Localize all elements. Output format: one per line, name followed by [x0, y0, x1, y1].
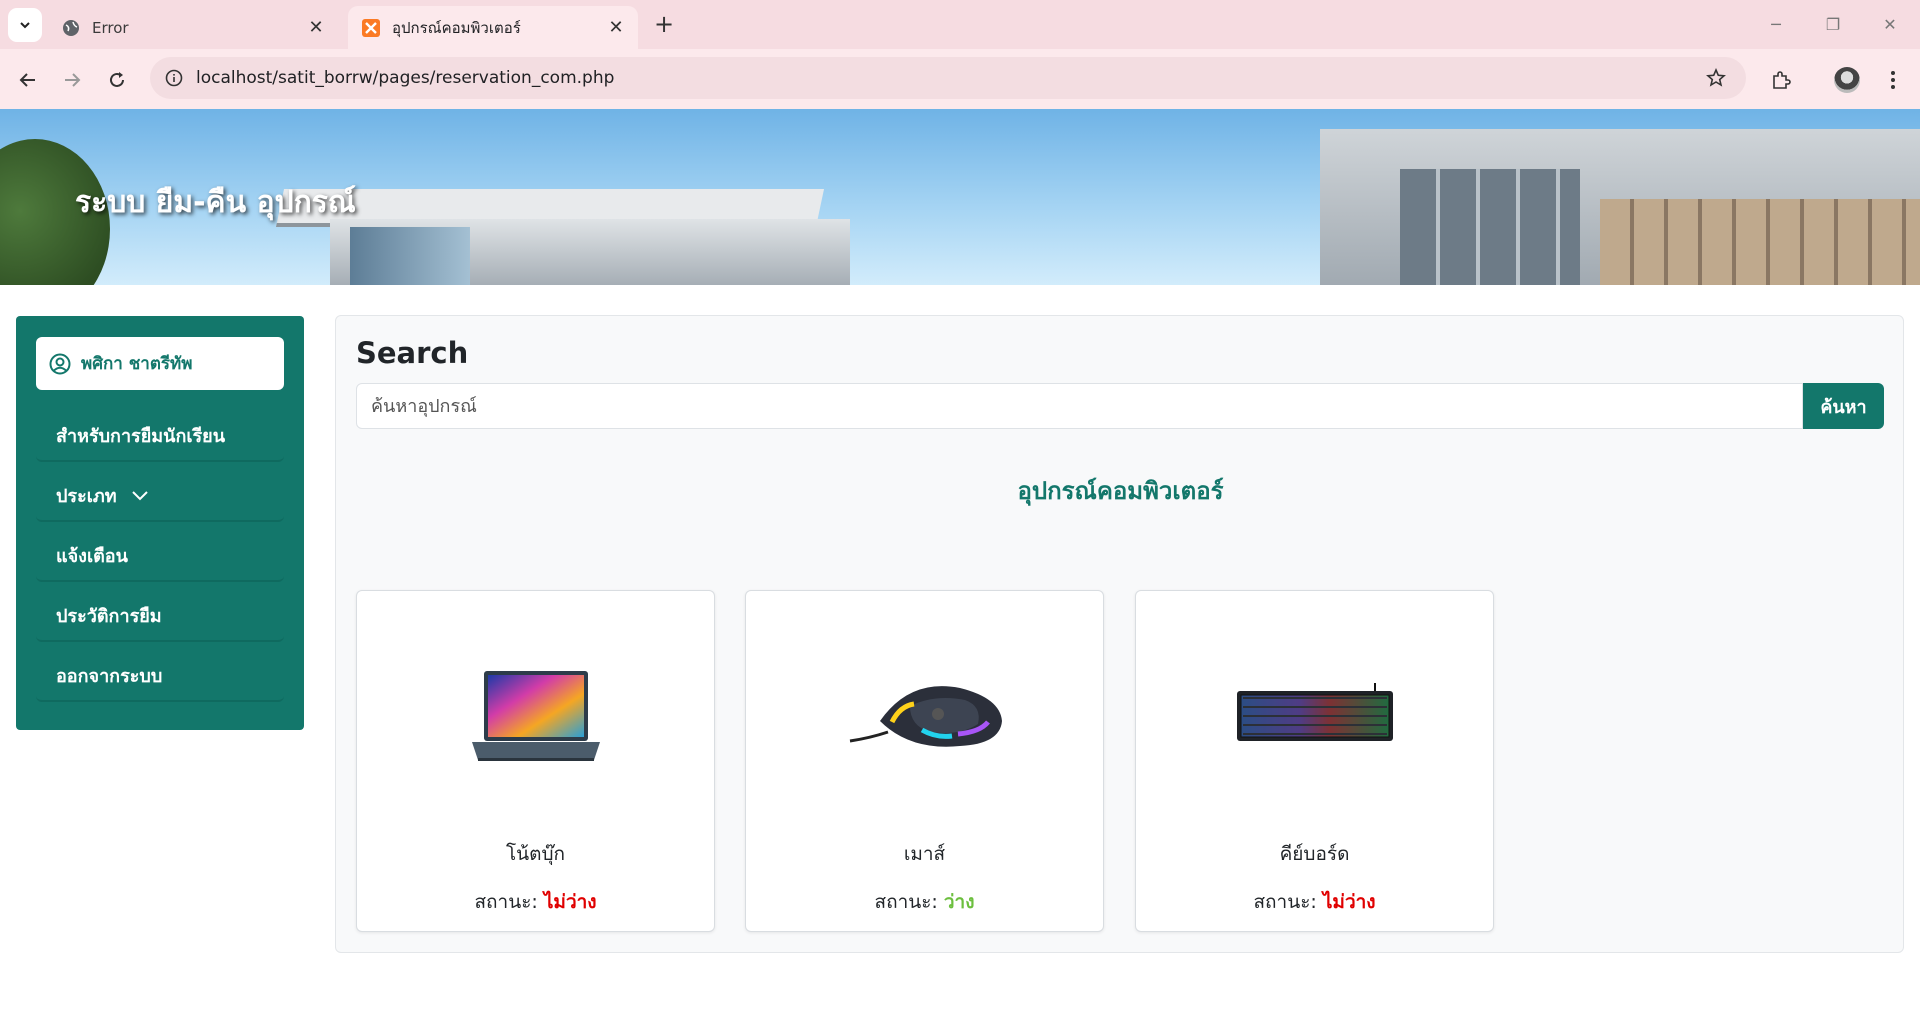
equipment-name: คีย์บอร์ด [1279, 843, 1350, 865]
xampp-icon [362, 18, 380, 37]
status-badge: ว่าง [943, 891, 975, 913]
equipment-status: สถานะ: ไม่ว่าง [357, 887, 714, 917]
mouse-image [746, 641, 1103, 791]
url-text: localhost/satit_borrw/pages/reservation_… [196, 68, 615, 88]
equipment-name: โน้ตบุ๊ก [505, 843, 566, 865]
window-close-icon[interactable]: ✕ [1876, 12, 1904, 36]
equipment-card-keyboard[interactable]: คีย์บอร์ด สถานะ: ไม่ว่าง [1135, 590, 1494, 932]
status-label: สถานะ: [1253, 891, 1317, 913]
new-tab-button[interactable]: + [650, 10, 678, 38]
close-icon[interactable]: ✕ [604, 16, 628, 40]
bookmark-star-icon[interactable] [1704, 66, 1728, 90]
sidebar-item-label: แจ้งเตือน [56, 545, 128, 567]
equipment-status: สถานะ: ว่าง [746, 887, 1103, 917]
browser-toolbar: localhost/satit_borrw/pages/reservation_… [0, 49, 1920, 110]
sidebar-item-label: ออกจากระบบ [56, 665, 163, 687]
globe-icon [62, 19, 80, 37]
minimize-icon[interactable]: ─ [1762, 12, 1790, 36]
more-menu-icon[interactable] [1878, 65, 1908, 95]
main-content: Search ค้นหา อุปกรณ์คอมพิวเตอร์ โน้ตบุ๊ก… [335, 315, 1904, 953]
header-banner: ระบบ ยืม-คืน อุปกรณ์ [0, 109, 1920, 285]
sidebar-item-student-borrow[interactable]: สำหรับการยืมนักเรียน [36, 410, 284, 462]
tab-computer-equipment[interactable]: อุปกรณ์คอมพิวเตอร์ ✕ [348, 6, 638, 49]
browser-tab-bar: Error ✕ อุปกรณ์คอมพิวเตอร์ ✕ + ─ ❐ ✕ [0, 0, 1920, 49]
close-icon[interactable]: ✕ [304, 16, 328, 40]
laptop-image [357, 641, 714, 791]
equipment-card-mouse[interactable]: เมาส์ สถานะ: ว่าง [745, 590, 1104, 932]
sidebar-item-borrow-history[interactable]: ประวัติการยืม [36, 590, 284, 642]
banner-building-image [1400, 169, 1580, 285]
banner-building-image [350, 227, 470, 285]
forward-icon[interactable] [57, 65, 87, 95]
chevron-down-icon [20, 22, 30, 29]
sidebar-item-label: ประวัติการยืม [56, 605, 162, 627]
search-button[interactable]: ค้นหา [1803, 383, 1884, 429]
tab-title: Error [92, 18, 129, 37]
sidebar-item-category[interactable]: ประเภท [36, 470, 284, 522]
sidebar-item-label: สำหรับการยืมนักเรียน [56, 425, 226, 447]
user-name: พศิกา ชาตรีทัพ [81, 354, 193, 374]
sidebar-item-logout[interactable]: ออกจากระบบ [36, 650, 284, 702]
back-icon[interactable] [13, 65, 43, 95]
keyboard-image [1136, 641, 1493, 791]
sidebar: พศิกา ชาตรีทัพ สำหรับการยืมนักเรียน ประเ… [16, 316, 304, 730]
status-label: สถานะ: [474, 891, 538, 913]
status-badge: ไม่ว่าง [1322, 891, 1376, 913]
section-title: อุปกรณ์คอมพิวเตอร์ [1017, 477, 1224, 505]
reload-icon[interactable] [102, 65, 132, 95]
restore-icon[interactable]: ❐ [1819, 12, 1847, 36]
status-label: สถานะ: [874, 891, 938, 913]
user-profile-button[interactable]: พศิกา ชาตรีทัพ [36, 337, 284, 390]
sidebar-item-notifications[interactable]: แจ้งเตือน [36, 530, 284, 582]
tab-title: อุปกรณ์คอมพิวเตอร์ [392, 18, 521, 37]
profile-avatar[interactable] [1832, 65, 1862, 95]
user-circle-icon [48, 352, 72, 376]
site-title: ระบบ ยืม-คืน อุปกรณ์ [75, 185, 356, 220]
banner-building-image [1600, 199, 1920, 285]
site-info-icon[interactable] [164, 68, 184, 88]
chevron-down-icon [131, 489, 149, 501]
extensions-icon[interactable] [1766, 65, 1796, 95]
status-badge: ไม่ว่าง [543, 891, 597, 913]
equipment-name: เมาส์ [903, 843, 946, 865]
equipment-status: สถานะ: ไม่ว่าง [1136, 887, 1493, 917]
sidebar-item-label: ประเภท [56, 485, 117, 507]
search-input[interactable] [356, 383, 1803, 429]
equipment-card-laptop[interactable]: โน้ตบุ๊ก สถานะ: ไม่ว่าง [356, 590, 715, 932]
search-heading: Search [356, 336, 469, 370]
tab-error[interactable]: Error ✕ [48, 6, 338, 49]
tab-search-button[interactable] [8, 8, 42, 42]
address-bar[interactable]: localhost/satit_borrw/pages/reservation_… [150, 57, 1746, 99]
